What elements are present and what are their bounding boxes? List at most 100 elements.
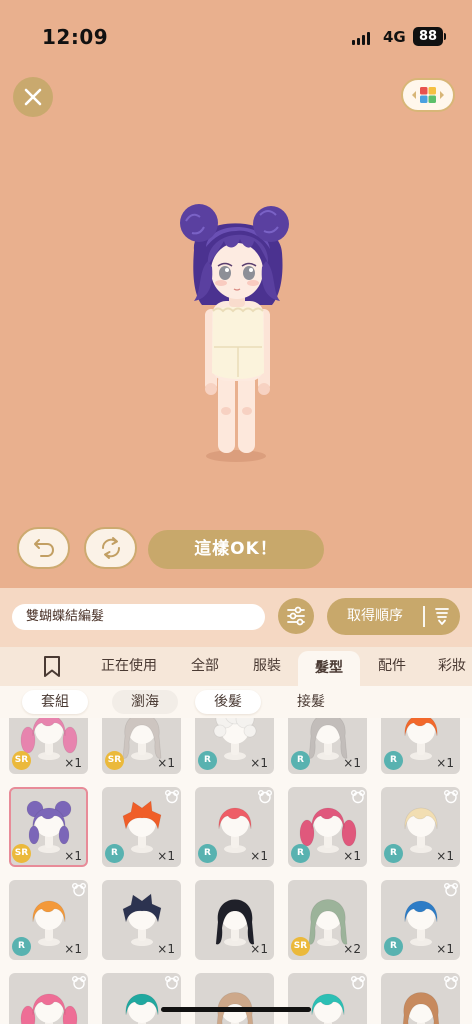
item-grid: SR ×1 SR ×1 R ×1 R ×1 R ×1 SR ×1 R ×1 R …	[9, 718, 460, 1024]
bear-icon	[258, 790, 272, 804]
rarity-badge: R	[384, 937, 403, 956]
rarity-badge: SR	[12, 751, 31, 770]
hair-shape	[26, 800, 72, 845]
rarity-badge: R	[291, 751, 310, 770]
close-button[interactable]	[13, 77, 53, 117]
sort-order-button[interactable]: 取得順序	[327, 598, 460, 635]
hair-item-card[interactable]: SR ×2	[288, 880, 367, 960]
hair-item-card[interactable]: R ×1	[288, 718, 367, 774]
confirm-button[interactable]: 這樣OK！	[148, 530, 324, 569]
bear-icon	[72, 883, 86, 897]
avatar-outfit	[212, 306, 264, 379]
rotate-button[interactable]	[84, 527, 137, 569]
item-count: ×1	[250, 942, 268, 956]
undo-icon	[33, 539, 54, 557]
tab-clothing[interactable]: 服裝	[242, 647, 292, 686]
hair-item-card[interactable]	[288, 973, 367, 1024]
subtab-set[interactable]: 套組	[22, 690, 88, 714]
bear-icon	[444, 883, 458, 897]
hair-item-card[interactable]: R ×1	[195, 787, 274, 867]
battery-level: 88	[413, 27, 443, 46]
hair-item-card[interactable]: SR ×1	[102, 718, 181, 774]
rarity-badge: R	[105, 844, 124, 863]
sort-divider	[423, 606, 425, 627]
item-count: ×1	[64, 756, 82, 770]
subtab-extensions[interactable]: 接髮	[278, 690, 344, 714]
rarity-badge: R	[12, 937, 31, 956]
hair-item-card[interactable]	[9, 973, 88, 1024]
item-count: ×1	[64, 942, 82, 956]
item-count: ×1	[157, 942, 175, 956]
filter-button[interactable]	[278, 598, 314, 634]
search-input[interactable]: 雙蝴蝶結編髮	[12, 604, 265, 630]
hair-thumbnail	[26, 800, 72, 853]
bear-icon	[72, 976, 86, 990]
bear-icon	[165, 790, 179, 804]
avatar-shadow	[206, 450, 266, 462]
hair-item-card[interactable]: R ×1	[381, 880, 460, 960]
rarity-badge: R	[198, 844, 217, 863]
bear-icon	[351, 976, 365, 990]
hair-item-card[interactable]: ×1	[102, 880, 181, 960]
hair-thumbnail	[311, 976, 365, 1024]
status-time: 12:09	[42, 25, 109, 49]
sort-icon[interactable]	[431, 605, 453, 627]
subtab-bangs[interactable]: 瀏海	[112, 690, 178, 714]
close-icon	[24, 88, 42, 106]
item-count: ×1	[157, 756, 175, 770]
item-count: ×1	[436, 849, 454, 863]
mannequin-head	[35, 809, 63, 853]
tab-all[interactable]: 全部	[180, 647, 230, 686]
sort-order-label: 取得順序	[347, 608, 403, 624]
background-toggle-button[interactable]	[401, 78, 455, 112]
item-count: ×1	[343, 849, 361, 863]
hair-item-card[interactable]: R ×1	[102, 787, 181, 867]
item-count: ×1	[436, 942, 454, 956]
hair-thumbnail	[402, 976, 458, 1024]
hair-item-card[interactable]: R ×1	[195, 718, 274, 774]
bookmark-icon[interactable]	[43, 655, 61, 678]
rarity-badge: SR	[291, 937, 310, 956]
home-indicator[interactable]	[161, 1007, 311, 1012]
hair-item-card[interactable]: R ×1	[381, 787, 460, 867]
hair-item-card[interactable]	[381, 973, 460, 1024]
undo-button[interactable]	[17, 527, 70, 569]
hair-item-card[interactable]	[195, 973, 274, 1024]
bear-icon	[444, 790, 458, 804]
avatar-character	[180, 204, 289, 462]
rarity-badge: SR	[12, 844, 31, 863]
network-type: 4G	[383, 28, 406, 46]
item-count: ×1	[343, 756, 361, 770]
rarity-badge: R	[198, 751, 217, 770]
hair-subtabs: 套組 瀏海 後髮 接髮	[0, 686, 472, 718]
hair-item-card[interactable]: SR ×1	[9, 787, 88, 867]
hair-thumbnail	[125, 976, 179, 1024]
rarity-badge: R	[384, 751, 403, 770]
hair-item-card[interactable]: R ×1	[9, 880, 88, 960]
hair-item-card[interactable]: SR ×1	[9, 718, 88, 774]
item-grid-viewport[interactable]: SR ×1 SR ×1 R ×1 R ×1 R ×1 SR ×1 R ×1 R …	[0, 718, 472, 1024]
tab-accessories[interactable]: 配件	[367, 647, 417, 686]
tab-hairstyle[interactable]: 髮型	[298, 651, 360, 686]
rarity-badge: R	[384, 844, 403, 863]
signal-strength-icon	[352, 31, 372, 45]
bear-icon	[351, 790, 365, 804]
hair-item-card[interactable]: R ×1	[381, 718, 460, 774]
bear-icon	[165, 976, 179, 990]
subtab-back-hair[interactable]: 後髮	[195, 690, 261, 714]
hair-item-card[interactable]: ×1	[195, 880, 274, 960]
item-count: ×2	[343, 942, 361, 956]
item-count: ×1	[250, 849, 268, 863]
color-grid-icon	[412, 87, 444, 103]
hair-thumbnail	[216, 992, 254, 1024]
category-tabs: 正在使用 全部 服裝 髮型 配件 彩妝	[0, 647, 472, 686]
item-count: ×1	[436, 756, 454, 770]
hair-item-card[interactable]: R ×1	[288, 787, 367, 867]
filter-sliders-icon	[287, 606, 305, 626]
tab-makeup[interactable]: 彩妝	[430, 647, 472, 686]
tab-in-use[interactable]: 正在使用	[94, 647, 164, 686]
hair-item-card[interactable]	[102, 973, 181, 1024]
bear-icon	[444, 976, 458, 990]
rotate-icon	[101, 537, 120, 559]
avatar-legs	[218, 373, 255, 453]
